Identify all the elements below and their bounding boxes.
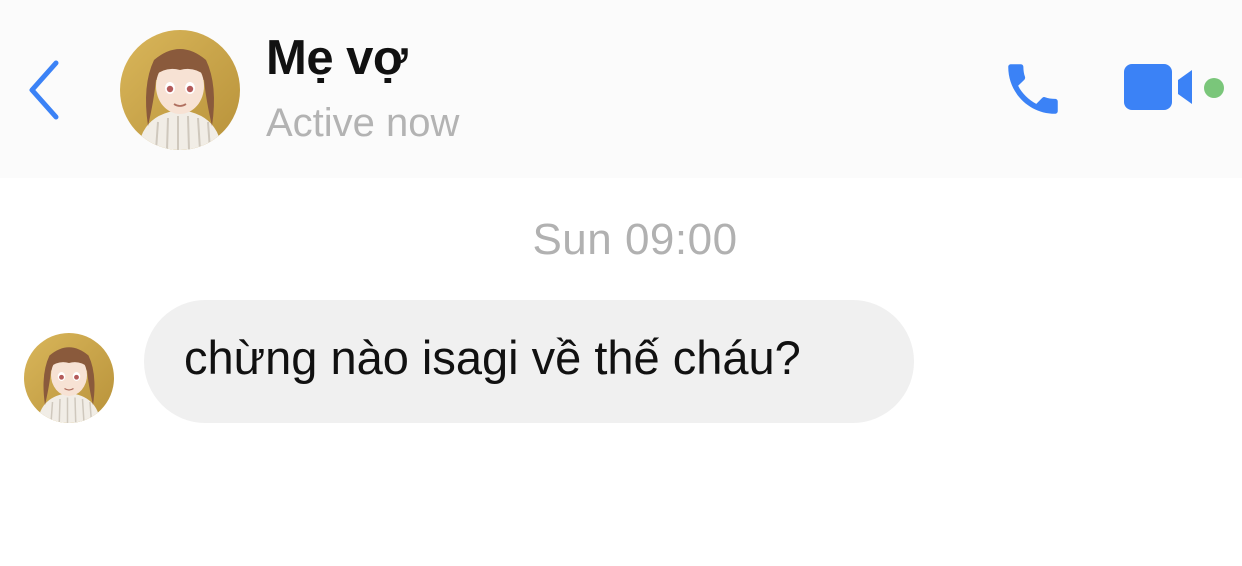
online-indicator-dot [1204,78,1224,98]
phone-icon [1008,64,1058,114]
messenger-chat-screen: Mẹ vợ Active now Sun 09:00 chừng nào isa… [0,0,1242,566]
avatar-image [120,30,240,150]
contact-name[interactable]: Mẹ vợ [266,30,408,86]
video-call-button[interactable] [1122,62,1196,114]
video-camera-icon [1124,64,1192,110]
contact-avatar[interactable] [120,30,240,150]
message-timestamp: Sun 09:00 [532,215,738,264]
chevron-left-icon [29,60,59,120]
chat-header: Mẹ vợ Active now [0,0,1242,178]
incoming-message-bubble[interactable]: chừng nào isagi về thế cháu? [144,300,914,423]
avatar-image [24,333,114,423]
voice-call-button[interactable] [1000,56,1066,122]
message-text: chừng nào isagi về thế cháu? [184,331,801,384]
message-sender-avatar[interactable] [24,333,114,423]
active-status: Active now [266,101,460,145]
back-button[interactable] [20,55,70,125]
